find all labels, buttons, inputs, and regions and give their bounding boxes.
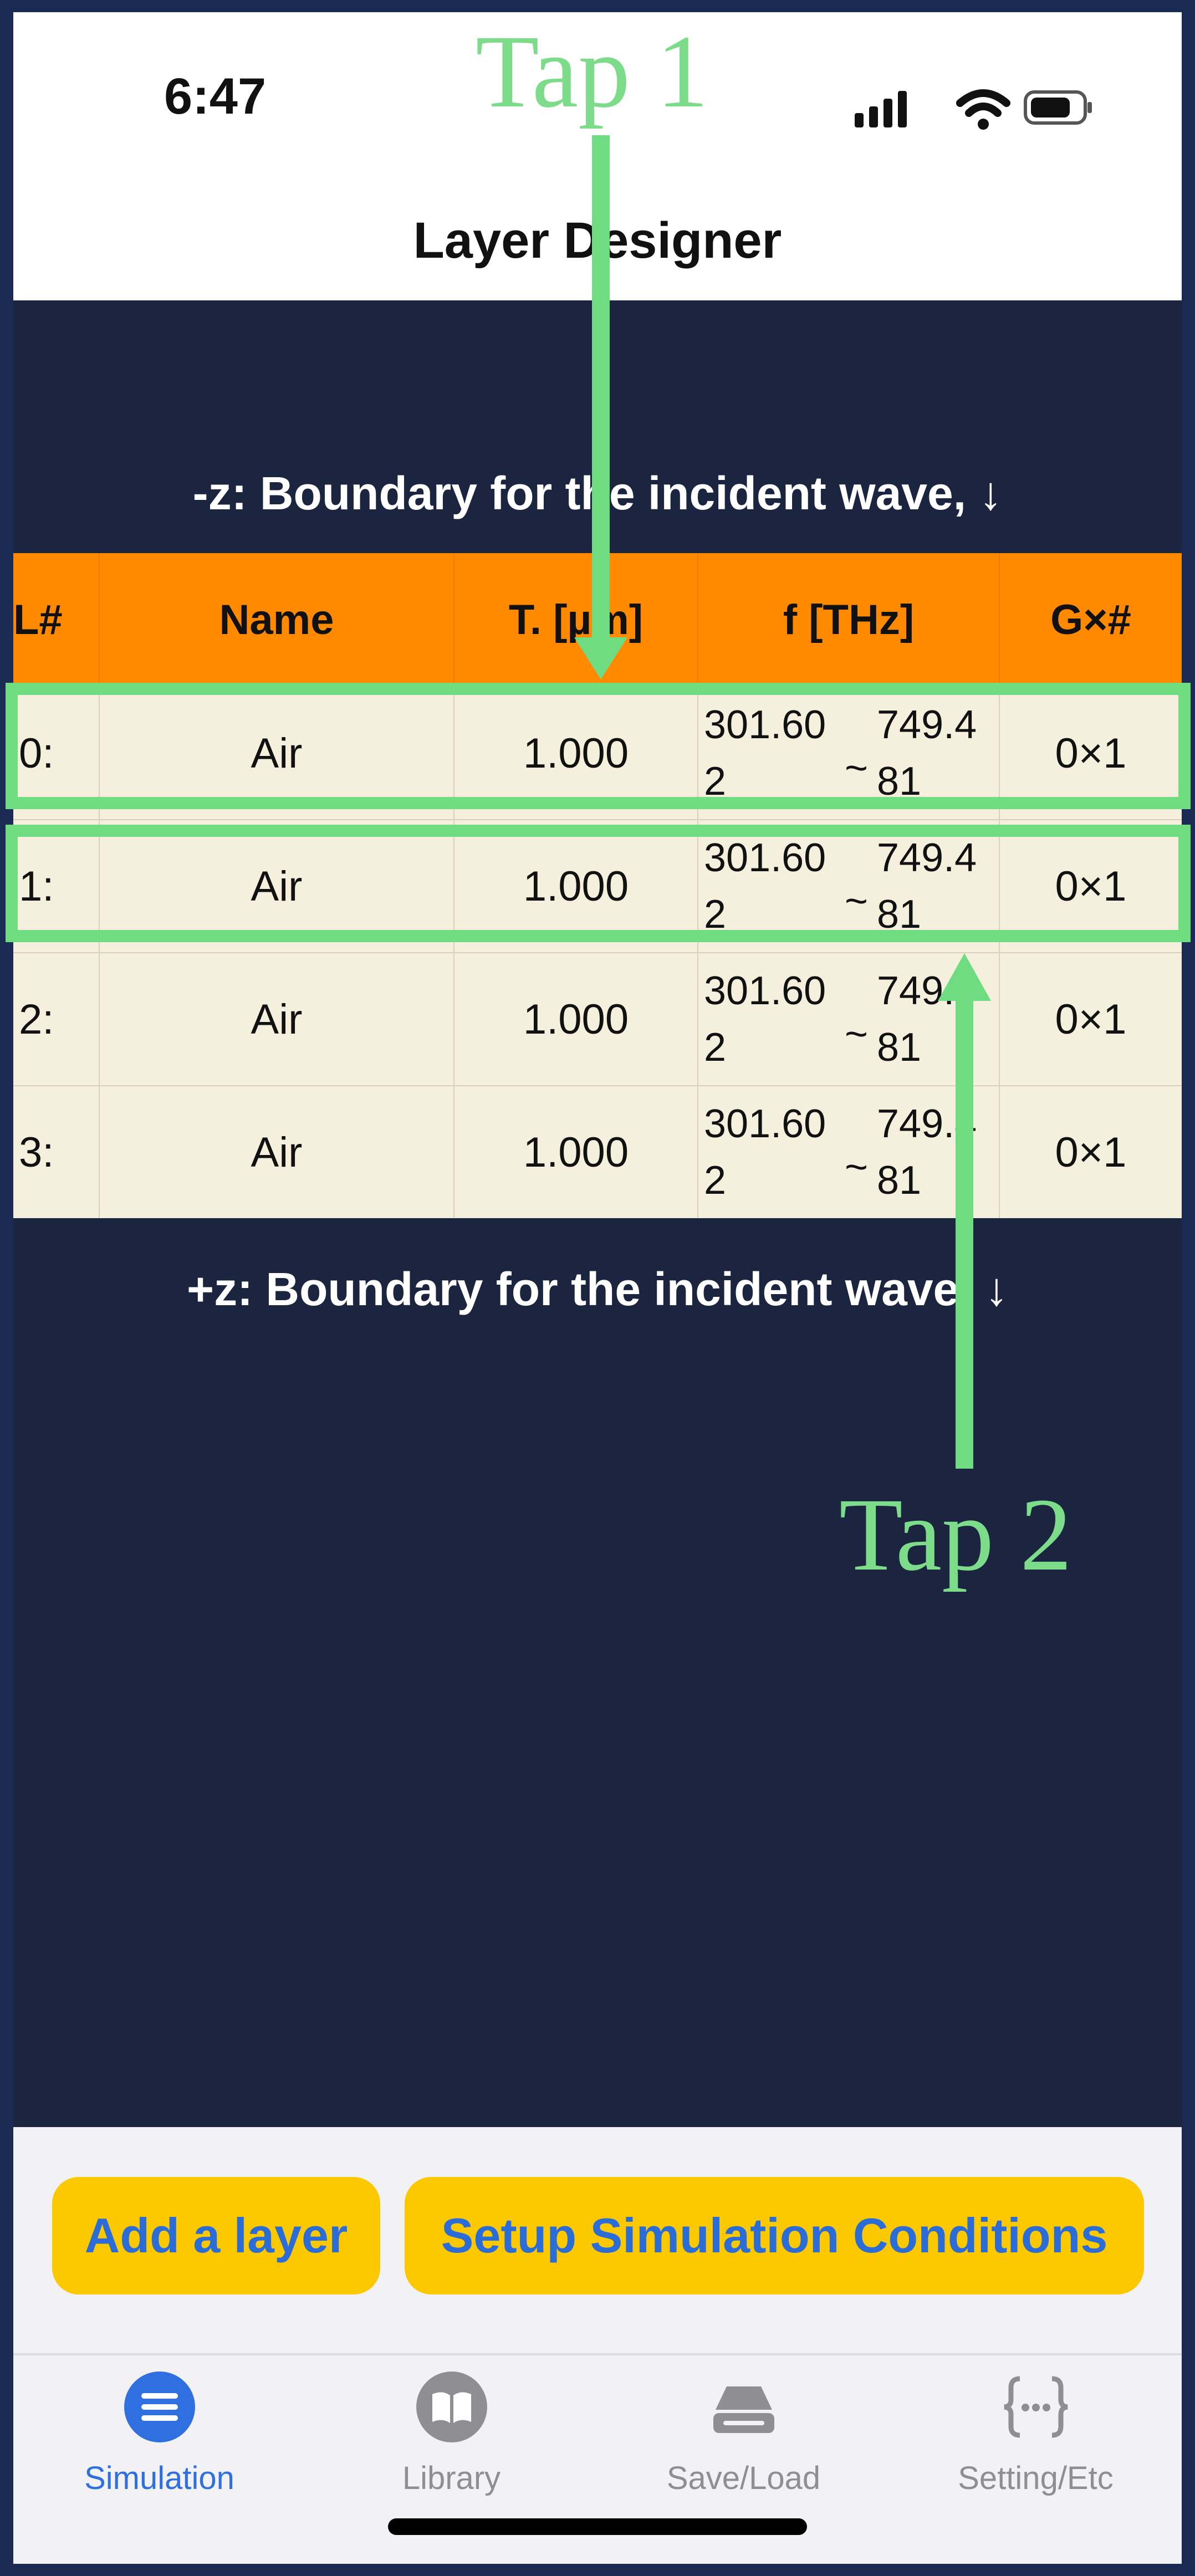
tap1-label: Tap 1	[476, 13, 709, 129]
tap2-label: Tap 2	[839, 1476, 1073, 1592]
annotation-arrows	[574, 135, 991, 1469]
tap1-arrow-icon	[574, 135, 627, 679]
tap2-arrow-icon	[938, 953, 991, 1469]
